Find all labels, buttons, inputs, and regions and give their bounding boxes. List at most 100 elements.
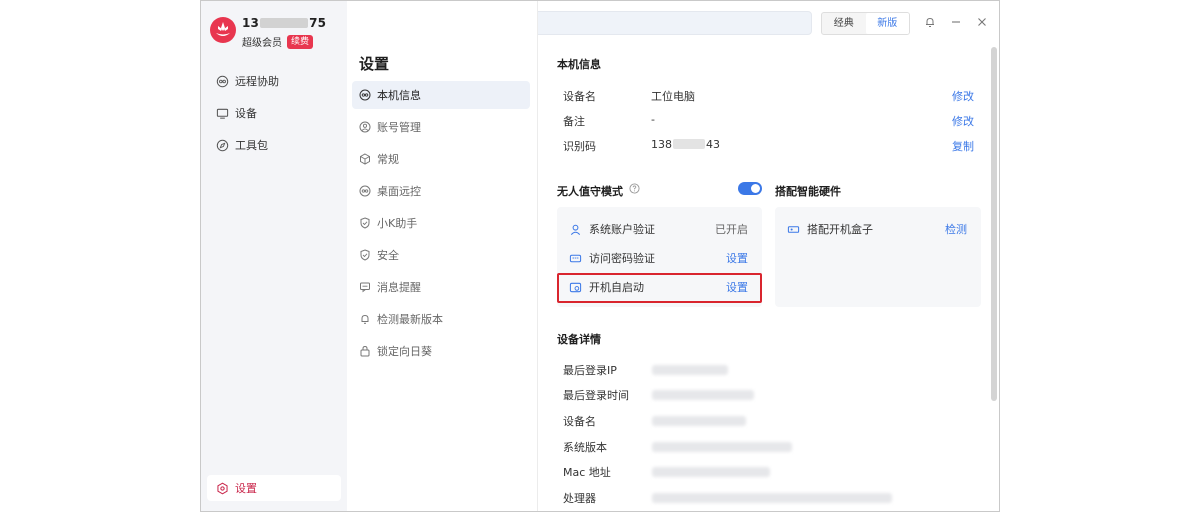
menu-item-label: 检测最新版本 (377, 313, 443, 326)
password-row[interactable]: *** 访问密码验证 设置 (557, 244, 762, 272)
menu-item-label: 消息提醒 (377, 281, 421, 294)
menu-item-label: 安全 (377, 249, 399, 262)
row-label: 搭配开机盒子 (807, 223, 873, 236)
menu-item-label: 本机信息 (377, 89, 421, 102)
id-code-value: 138 43 (651, 138, 720, 151)
cube-icon (360, 153, 370, 165)
menu-item-k-assistant[interactable]: 小K助手 (352, 209, 530, 237)
device-details-title: 设备详情 (557, 333, 601, 346)
close-icon[interactable] (976, 16, 988, 28)
ui-mode-switch: 经典 新版 (821, 12, 910, 35)
question-circle-icon[interactable] (629, 183, 640, 194)
bell-icon (361, 314, 369, 324)
menu-item-general[interactable]: 常规 (352, 145, 530, 173)
user-name: 13 75 (242, 16, 326, 30)
power-box-icon (787, 225, 800, 233)
menu-item-lock[interactable]: 锁定向日葵 (352, 337, 530, 365)
renew-badge[interactable]: 续费 (287, 34, 314, 49)
app-window: 1375 超级会员 续费 远程协助 设备 工具包 设置 搜索/连接设备 经典 新… (200, 0, 1000, 512)
device-name-label: 设备名 (563, 90, 596, 103)
menu-item-notifications[interactable]: 消息提醒 (352, 273, 530, 301)
system-account-row[interactable]: 系统账户验证 已开启 (557, 215, 762, 243)
shield-check-icon (360, 249, 370, 261)
svg-text:***: *** (572, 256, 580, 262)
processor-label: 处理器 (563, 492, 596, 505)
row-label: 系统账户验证 (589, 223, 655, 236)
menu-item-label: 锁定向日葵 (377, 345, 432, 358)
monitor-icon (216, 108, 229, 119)
detect-button[interactable]: 检测 (945, 221, 967, 237)
blurred-value (652, 493, 892, 503)
copy-id-button[interactable]: 复制 (952, 138, 974, 154)
shield-icon (360, 217, 370, 229)
hardware-card: 搭配开机盒子 检测 (775, 207, 981, 307)
lock-icon (360, 345, 370, 357)
password-setup-button[interactable]: 设置 (726, 250, 748, 266)
user-name-start: 13 (242, 16, 260, 30)
menu-item-label: 账号管理 (377, 121, 421, 134)
sidebar-item-label: 设置 (235, 482, 257, 495)
sidebar-item-devices[interactable]: 设备 (207, 100, 341, 126)
minimize-icon[interactable] (950, 16, 962, 28)
mac-address-label: Mac 地址 (563, 466, 611, 479)
blurred-value (652, 365, 728, 375)
compass-icon (216, 139, 229, 151)
sidebar-item-settings[interactable]: 设置 (207, 475, 341, 501)
sidebar-item-remote-assist[interactable]: 远程协助 (207, 68, 341, 94)
menu-item-device-info[interactable]: 本机信息 (352, 81, 530, 109)
masked-name (260, 18, 309, 28)
menu-item-account[interactable]: 账号管理 (352, 113, 530, 141)
blurred-value (652, 467, 770, 477)
device-info-icon (359, 89, 371, 101)
member-label: 超级会员 (242, 38, 282, 49)
row-label: 访问密码验证 (589, 252, 655, 265)
account-icon (359, 121, 371, 133)
mode-classic-button[interactable]: 经典 (822, 13, 866, 34)
os-version-label: 系统版本 (563, 441, 607, 454)
unattended-title: 无人值守模式 (557, 185, 623, 198)
settings-menu: 设置 本机信息 账号管理 常规 桌面远控 小K助手 安全 消息提醒 检测最新版本… (347, 1, 538, 511)
remark-value: - (651, 113, 655, 126)
membership: 超级会员 续费 (242, 34, 314, 49)
blurred-value (652, 442, 792, 452)
menu-item-remote-desktop[interactable]: 桌面远控 (352, 177, 530, 205)
content-panel: 本机信息 设备名 工位电脑 修改 备注 - 修改 识别码 138 43 复制 无人… (539, 45, 987, 511)
edit-remark-button[interactable]: 修改 (952, 113, 974, 129)
blurred-value (652, 390, 754, 400)
id-code-label: 识别码 (563, 140, 596, 153)
system-account-status: 已开启 (715, 223, 748, 236)
local-info-title: 本机信息 (557, 58, 601, 71)
bell-icon[interactable] (924, 16, 936, 28)
user-name-end: 75 (309, 16, 327, 30)
hardware-title: 搭配智能硬件 (775, 185, 841, 198)
details-device-name-label: 设备名 (563, 415, 596, 428)
settings-gear-icon (217, 482, 228, 494)
sidebar-item-label: 设备 (235, 107, 257, 120)
sidebar-item-label: 工具包 (235, 139, 268, 152)
power-box-row[interactable]: 搭配开机盒子 检测 (775, 215, 981, 243)
device-name-value: 工位电脑 (651, 90, 695, 103)
unattended-toggle[interactable] (738, 182, 762, 195)
menu-item-label: 常规 (377, 153, 399, 166)
menu-item-check-update[interactable]: 检测最新版本 (352, 305, 530, 333)
menu-item-security[interactable]: 安全 (352, 241, 530, 269)
left-sidebar: 13 75 超级会员 续费 远程协助 设备 工具包 设置 (201, 1, 347, 511)
scrollbar-thumb[interactable] (991, 47, 997, 401)
sidebar-item-label: 远程协助 (235, 75, 279, 88)
sunflower-logo-icon (210, 17, 236, 43)
menu-item-label: 小K助手 (377, 217, 418, 230)
edit-device-name-button[interactable]: 修改 (952, 88, 974, 104)
sidebar-item-toolkit[interactable]: 工具包 (207, 132, 341, 158)
blurred-value (652, 416, 746, 426)
id-code-start: 138 (651, 138, 672, 151)
password-icon: *** (569, 254, 582, 262)
id-code-end: 43 (706, 138, 720, 151)
last-login-time-label: 最后登录时间 (563, 389, 629, 402)
remark-label: 备注 (563, 115, 585, 128)
menu-item-label: 桌面远控 (377, 185, 421, 198)
autostart-highlight-box (557, 273, 762, 303)
remote-assist-icon (216, 75, 229, 87)
settings-title: 设置 (359, 55, 390, 73)
last-login-ip-label: 最后登录IP (563, 364, 617, 377)
mode-new-button[interactable]: 新版 (865, 13, 909, 34)
